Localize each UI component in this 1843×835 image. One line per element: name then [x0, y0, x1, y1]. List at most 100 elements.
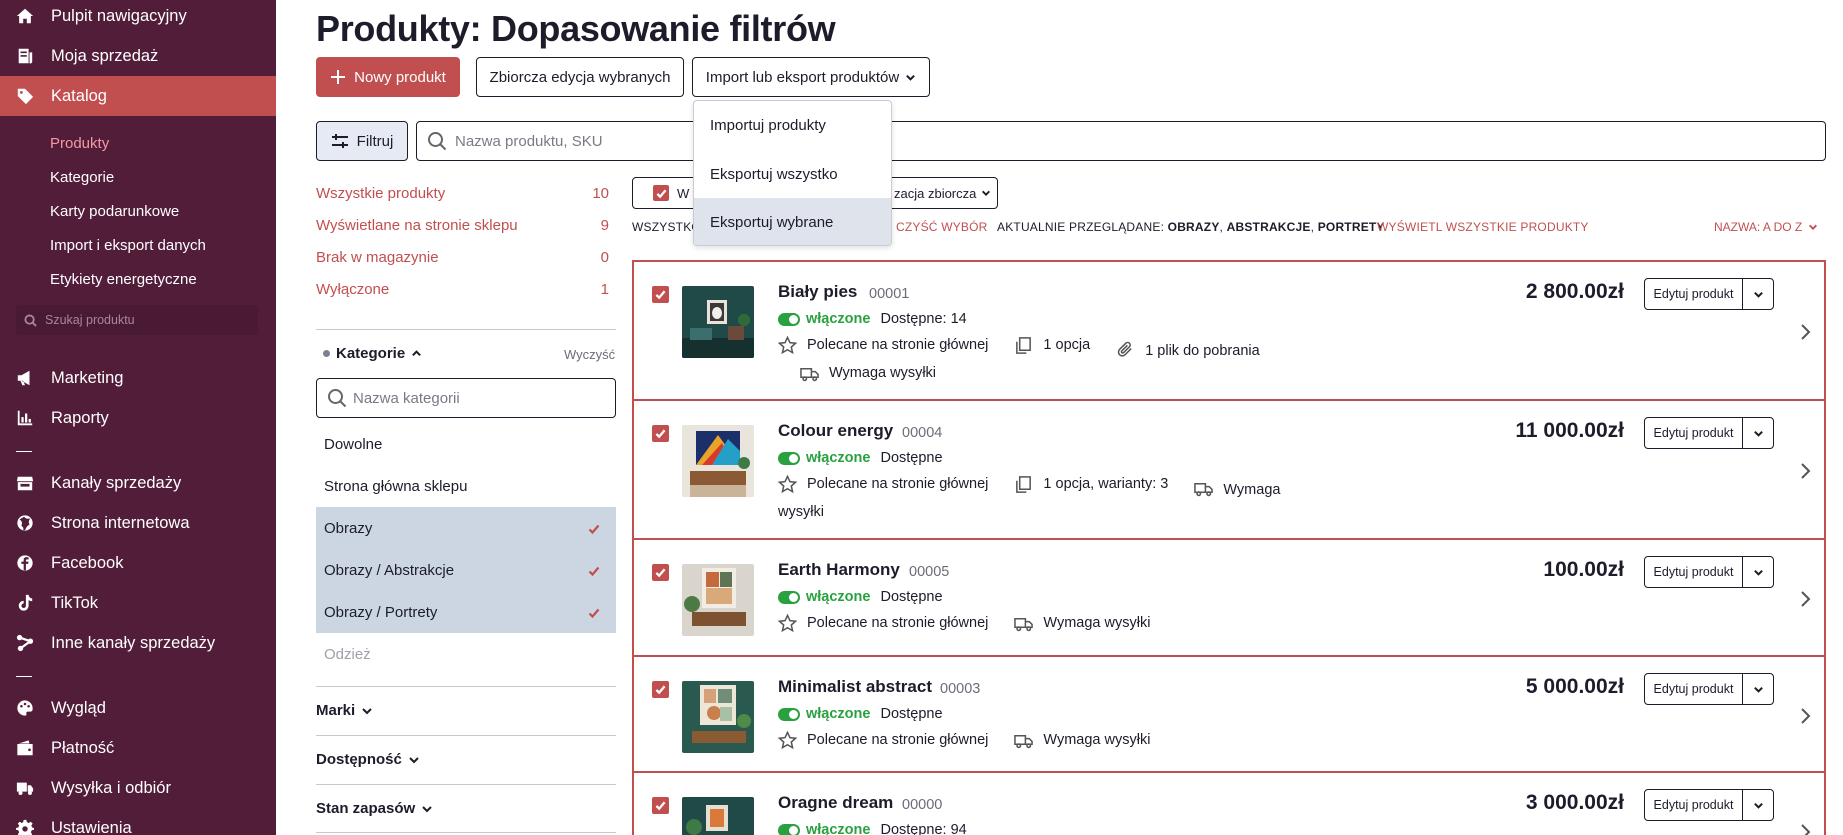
nav-marketing[interactable]: Marketing — [0, 358, 276, 398]
row-checkbox[interactable] — [652, 286, 669, 303]
nav-appearance[interactable]: Wygląd — [0, 688, 276, 728]
count-out-of-stock[interactable]: Brak w magazynie 0 — [316, 245, 609, 269]
subnav-energy-labels[interactable]: Etykiety energetyczne — [50, 271, 197, 288]
product-thumbnail — [682, 797, 754, 835]
star-icon — [778, 474, 797, 493]
product-sku: 00005 — [909, 564, 950, 580]
nav-catalog[interactable]: Katalog — [0, 76, 276, 116]
edit-product-button[interactable]: Edytuj produkt — [1645, 790, 1743, 820]
enabled-toggle[interactable] — [778, 707, 800, 721]
viewing-category: OBRAZY — [1167, 220, 1220, 234]
nav-dashboard[interactable]: Pulpit nawigacyjny — [0, 0, 276, 36]
product-thumbnail — [682, 425, 754, 497]
row-expand-chevron[interactable] — [1798, 323, 1812, 341]
category-option[interactable]: Dowolne — [316, 423, 616, 465]
edit-product-group: Edytuj produkt — [1644, 673, 1774, 705]
facet-availability[interactable]: Dostępność — [316, 751, 420, 768]
meta-shipping: Wymaga wysyłki — [1014, 612, 1150, 635]
row-checkbox[interactable] — [652, 797, 669, 814]
nav-facebook[interactable]: Facebook — [0, 543, 276, 583]
product-row[interactable]: Minimalist abstract 00003 włączone Dostę… — [634, 657, 1824, 773]
nav-settings[interactable]: Ustawienia — [0, 808, 276, 835]
edit-product-button[interactable]: Edytuj produkt — [1645, 279, 1743, 309]
nav-sales-channels[interactable]: Kanały sprzedaży — [0, 463, 276, 503]
facet-brands[interactable]: Marki — [316, 702, 373, 719]
category-option[interactable]: Odzież — [316, 633, 616, 675]
nav-other-channels[interactable]: Inne kanały sprzedaży — [0, 623, 276, 663]
product-row[interactable]: Biały pies 00001 włączone Dostępne: 14 P… — [634, 262, 1824, 401]
category-option[interactable]: Obrazy / Abstrakcje — [316, 549, 616, 591]
categories-title: Kategorie — [336, 345, 406, 362]
edit-menu-toggle[interactable] — [1743, 418, 1773, 448]
count-disabled[interactable]: Wyłączone 1 — [316, 277, 609, 301]
edit-menu-toggle[interactable] — [1743, 557, 1773, 587]
new-product-button[interactable]: Nowy produkt — [316, 57, 460, 97]
category-option[interactable]: Strona główna sklepu — [316, 465, 616, 507]
product-name[interactable]: Minimalist abstract — [778, 677, 932, 697]
enabled-toggle[interactable] — [778, 823, 800, 835]
row-checkbox[interactable] — [652, 425, 669, 442]
facet-stock[interactable]: Stan zapasów — [316, 800, 433, 817]
subnav-import-export[interactable]: Import i eksport danych — [50, 237, 206, 254]
category-search-input[interactable] — [353, 389, 593, 407]
nav-shipping[interactable]: Wysyłka i odbiór — [0, 768, 276, 808]
categories-toggle[interactable]: Kategorie — [323, 345, 422, 362]
product-name[interactable]: Biały pies — [778, 282, 857, 302]
import-export-button[interactable]: Import lub eksport produktów — [692, 57, 930, 97]
filter-button[interactable]: Filtruj — [316, 121, 408, 161]
nav-reports[interactable]: Raporty — [0, 398, 276, 438]
clear-selection-link[interactable]: CZYŚĆ WYBÓR — [896, 220, 988, 234]
nav-payment[interactable]: Płatność — [0, 728, 276, 768]
edit-menu-toggle[interactable] — [1743, 674, 1773, 704]
menu-item-export-selected[interactable]: Eksportuj wybrane — [694, 198, 891, 245]
row-expand-chevron[interactable] — [1798, 707, 1812, 725]
nav-tiktok[interactable]: TikTok — [0, 583, 276, 623]
bulk-edit-button[interactable]: Zbiorcza edycja wybranych — [476, 57, 684, 97]
row-checkbox[interactable] — [652, 681, 669, 698]
categories-clear-link[interactable]: Wyczyść — [564, 347, 615, 362]
edit-product-button[interactable]: Edytuj produkt — [1645, 418, 1743, 448]
chevron-down-icon — [362, 707, 372, 714]
enabled-toggle[interactable] — [778, 451, 800, 465]
wallet-icon — [16, 739, 34, 757]
row-expand-chevron[interactable] — [1798, 590, 1812, 608]
edit-menu-toggle[interactable] — [1743, 279, 1773, 309]
show-all-products-link[interactable]: WYŚWIETL WSZYSTKIE PRODUKTY — [1377, 220, 1589, 234]
product-search-input[interactable] — [455, 132, 1455, 150]
enabled-toggle[interactable] — [778, 312, 800, 326]
menu-item-import[interactable]: Importuj produkty — [694, 101, 891, 149]
nav-my-sales[interactable]: Moja sprzedaż — [0, 36, 276, 76]
row-checkbox[interactable] — [652, 564, 669, 581]
product-row[interactable]: Earth Harmony 00005 włączone Dostępne Po… — [634, 540, 1824, 657]
category-option[interactable]: Obrazy — [316, 507, 616, 549]
product-name[interactable]: Oragne dream — [778, 793, 893, 813]
subnav-categories[interactable]: Kategorie — [50, 169, 114, 186]
product-name[interactable]: Colour energy — [778, 421, 893, 441]
subnav-products[interactable]: Produkty — [50, 135, 109, 152]
row-expand-chevron[interactable] — [1798, 823, 1812, 835]
product-meta: Polecane na stronie głównej 1 opcja 1 pl… — [778, 334, 1298, 391]
menu-item-export-all[interactable]: Eksportuj wszystko — [694, 150, 891, 198]
edit-menu-toggle[interactable] — [1743, 790, 1773, 820]
row-expand-chevron[interactable] — [1798, 462, 1812, 480]
count-visible-in-store[interactable]: Wyświetlane na stronie sklepu 9 — [316, 213, 609, 237]
product-sku: 00003 — [940, 681, 981, 697]
sidebar-search-input[interactable] — [45, 313, 245, 327]
star-icon — [778, 730, 797, 749]
meta-featured: Polecane na stronie głównej — [778, 729, 988, 752]
select-all-link[interactable]: WSZYSTKO — [632, 220, 701, 234]
sort-dropdown[interactable]: NAZWA: A DO Z — [1714, 220, 1818, 234]
count-all-products[interactable]: Wszystkie produkty 10 — [316, 181, 609, 205]
edit-product-button[interactable]: Edytuj produkt — [1645, 557, 1743, 587]
enabled-toggle[interactable] — [778, 590, 800, 604]
check-icon — [588, 564, 600, 577]
product-name[interactable]: Earth Harmony — [778, 560, 900, 580]
category-option[interactable]: Obrazy / Portrety — [316, 591, 616, 633]
product-row[interactable]: Colour energy 00004 włączone Dostępne Po… — [634, 401, 1824, 540]
bulk-action-dropdown[interactable]: zacja zbiorcza — [876, 177, 998, 209]
subnav-gift-cards[interactable]: Karty podarunkowe — [50, 203, 179, 220]
edit-product-button[interactable]: Edytuj produkt — [1645, 674, 1743, 704]
meta-shipping: Wymaga wysyłki — [1014, 729, 1150, 752]
nav-website[interactable]: Strona internetowa — [0, 503, 276, 543]
product-row[interactable]: Oragne dream 00000 włączone Dostępne: 94… — [634, 773, 1824, 835]
